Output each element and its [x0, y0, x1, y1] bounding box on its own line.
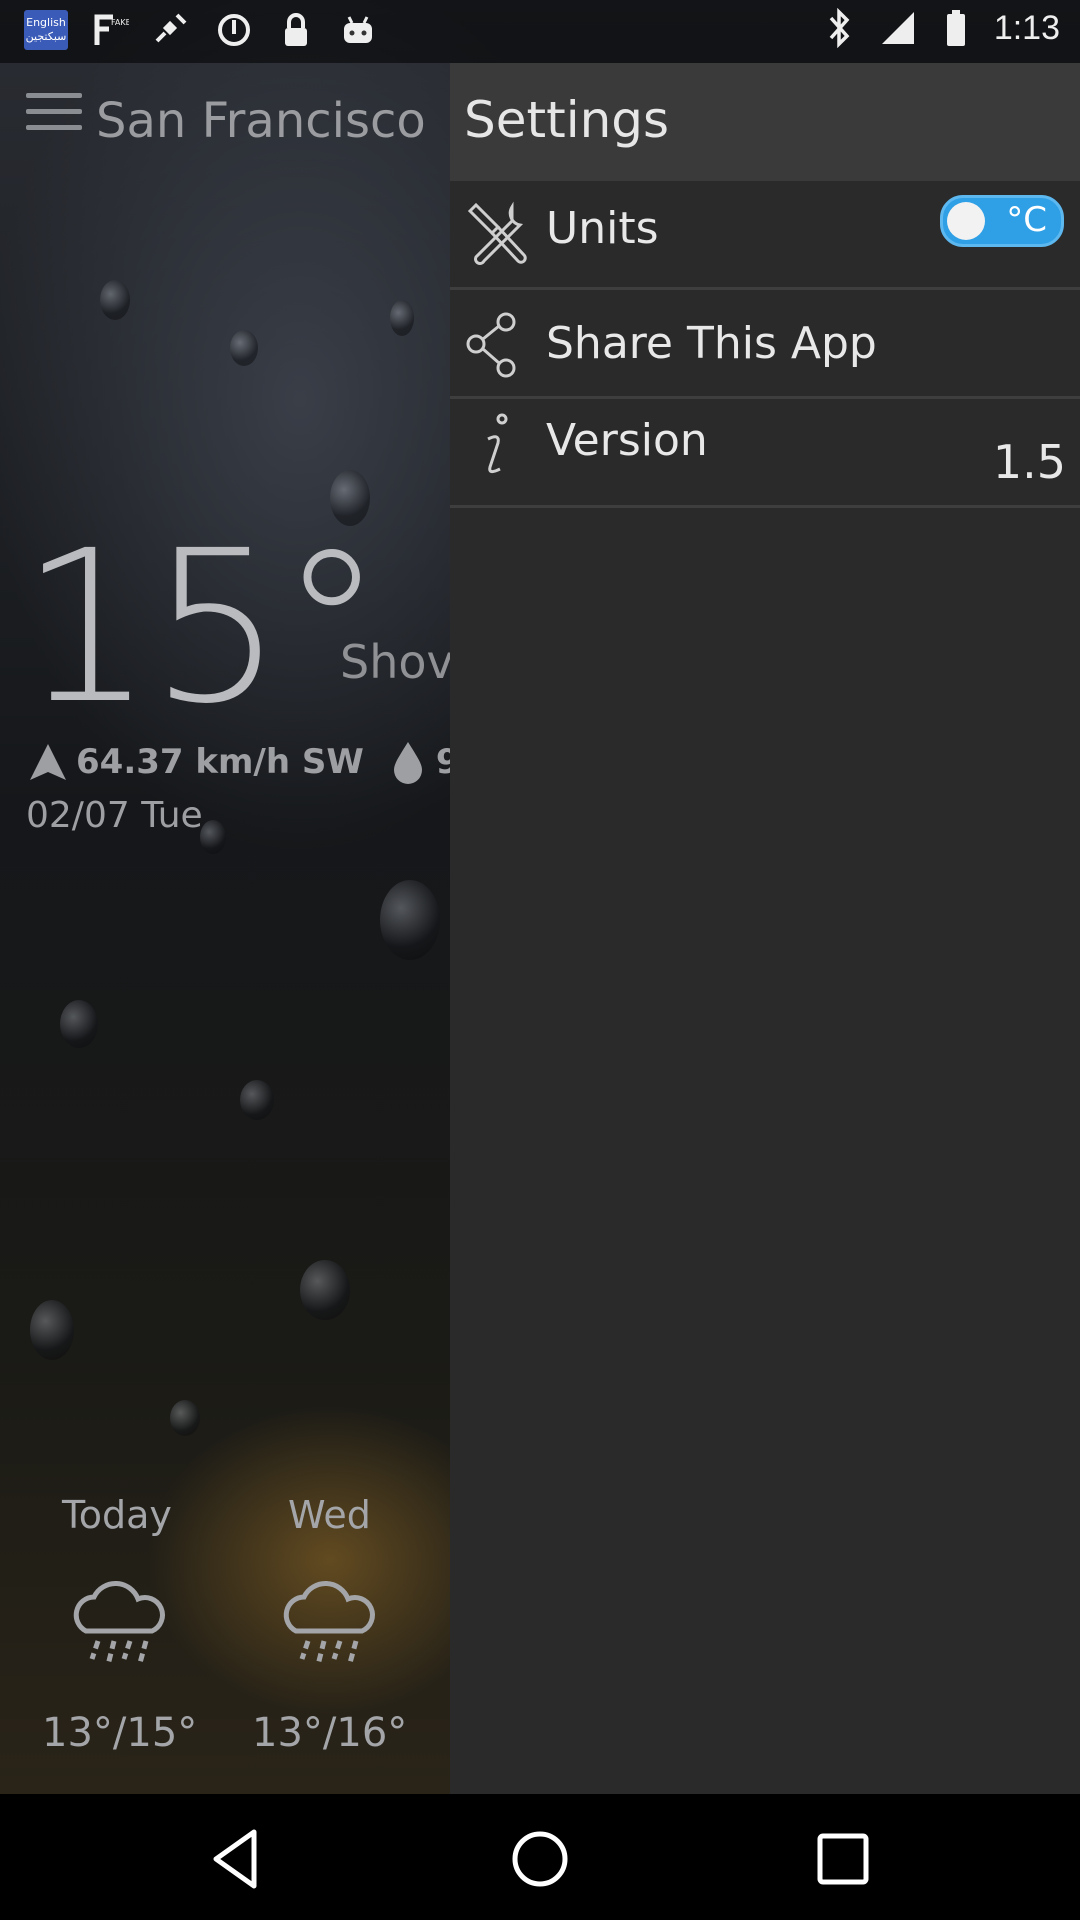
rain-cloud-icon [283, 1581, 375, 1666]
back-icon[interactable] [202, 1824, 272, 1894]
svg-text:FAKE: FAKE [111, 18, 129, 27]
recents-icon[interactable] [808, 1824, 878, 1894]
bluetooth-icon [820, 8, 860, 48]
status-bar: English سبكتجين FAKE 1:13 [0, 0, 1080, 63]
wind-info: 64.37 km/h SW 95 [28, 740, 483, 784]
keyboard-icon: English سبكتجين [24, 10, 68, 50]
forecast-temps: 13°/16° [252, 1710, 408, 1756]
android-icon [338, 10, 378, 50]
wind-direction-icon [30, 744, 66, 780]
current-temperature: 15° [20, 505, 384, 750]
clock: 1:13 [993, 8, 1060, 47]
humidity-drop-icon [393, 742, 422, 784]
settings-item-version[interactable]: Version 1.5 [450, 399, 1080, 508]
share-icon [466, 312, 516, 378]
toggle-unit-label: °C [1006, 200, 1047, 240]
settings-item-label: Share This App [546, 318, 877, 369]
settings-header: Settings [450, 63, 1080, 181]
lock-icon [276, 10, 316, 50]
wind-speed: 64.37 km/h SW [76, 742, 364, 782]
fake-gps-icon: FAKE [90, 10, 130, 50]
settings-title: Settings [464, 91, 670, 149]
satellite-icon [152, 10, 192, 50]
city-name: San Francisco [96, 93, 426, 149]
settings-item-share[interactable]: Share This App [450, 290, 1080, 399]
tools-icon [467, 201, 527, 265]
toggle-knob [947, 202, 985, 240]
forecast-day-label: Wed [288, 1493, 371, 1537]
settings-item-label: Units [546, 203, 659, 254]
battery-icon [936, 8, 976, 48]
info-icon [487, 413, 508, 474]
forecast-day-label: Today [62, 1493, 172, 1537]
current-date: 02/07 Tue [26, 795, 203, 836]
sync-icon [214, 10, 254, 50]
weather-app-bar: San Francisco [0, 63, 450, 181]
settings-item-units[interactable]: Units °C [450, 181, 1080, 290]
settings-item-label: Version [546, 415, 708, 466]
menu-icon[interactable] [26, 93, 82, 145]
forecast-temps: 13°/15° [42, 1710, 198, 1756]
weather-condition: Shov [340, 635, 454, 689]
home-icon[interactable] [505, 1824, 575, 1894]
keyboard-badge-text: English [26, 16, 66, 29]
navigation-bar [0, 1794, 1080, 1920]
version-number: 1.5 [992, 435, 1066, 489]
rain-cloud-icon [73, 1581, 165, 1666]
keyboard-badge-text-2: سبكتجين [25, 30, 67, 43]
units-toggle[interactable]: °C [940, 195, 1064, 247]
signal-icon [878, 8, 918, 48]
settings-drawer: Settings Units °C Share This App Version… [450, 63, 1080, 1794]
